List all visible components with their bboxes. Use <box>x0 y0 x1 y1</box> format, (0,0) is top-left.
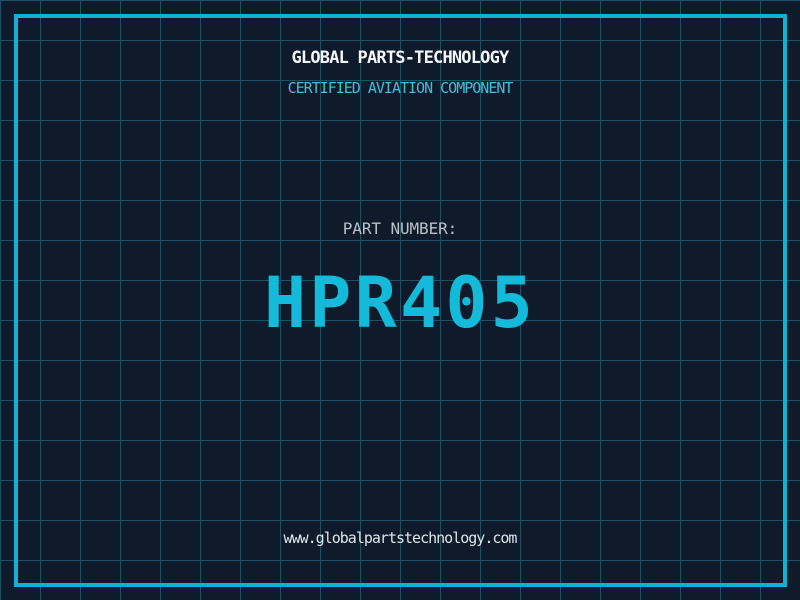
certification-subtitle: CERTIFIED AVIATION COMPONENT <box>287 79 514 97</box>
certificate-screen: { "screen": { "company_title": "GLOBAL P… <box>0 0 800 600</box>
company-title: GLOBAL PARTS-TECHNOLOGY <box>291 48 509 68</box>
part-number-label: PART NUMBER: <box>342 219 458 238</box>
website-url: www.globalpartstechnology.com <box>283 529 518 547</box>
part-number-value: HPR405 <box>263 262 537 344</box>
